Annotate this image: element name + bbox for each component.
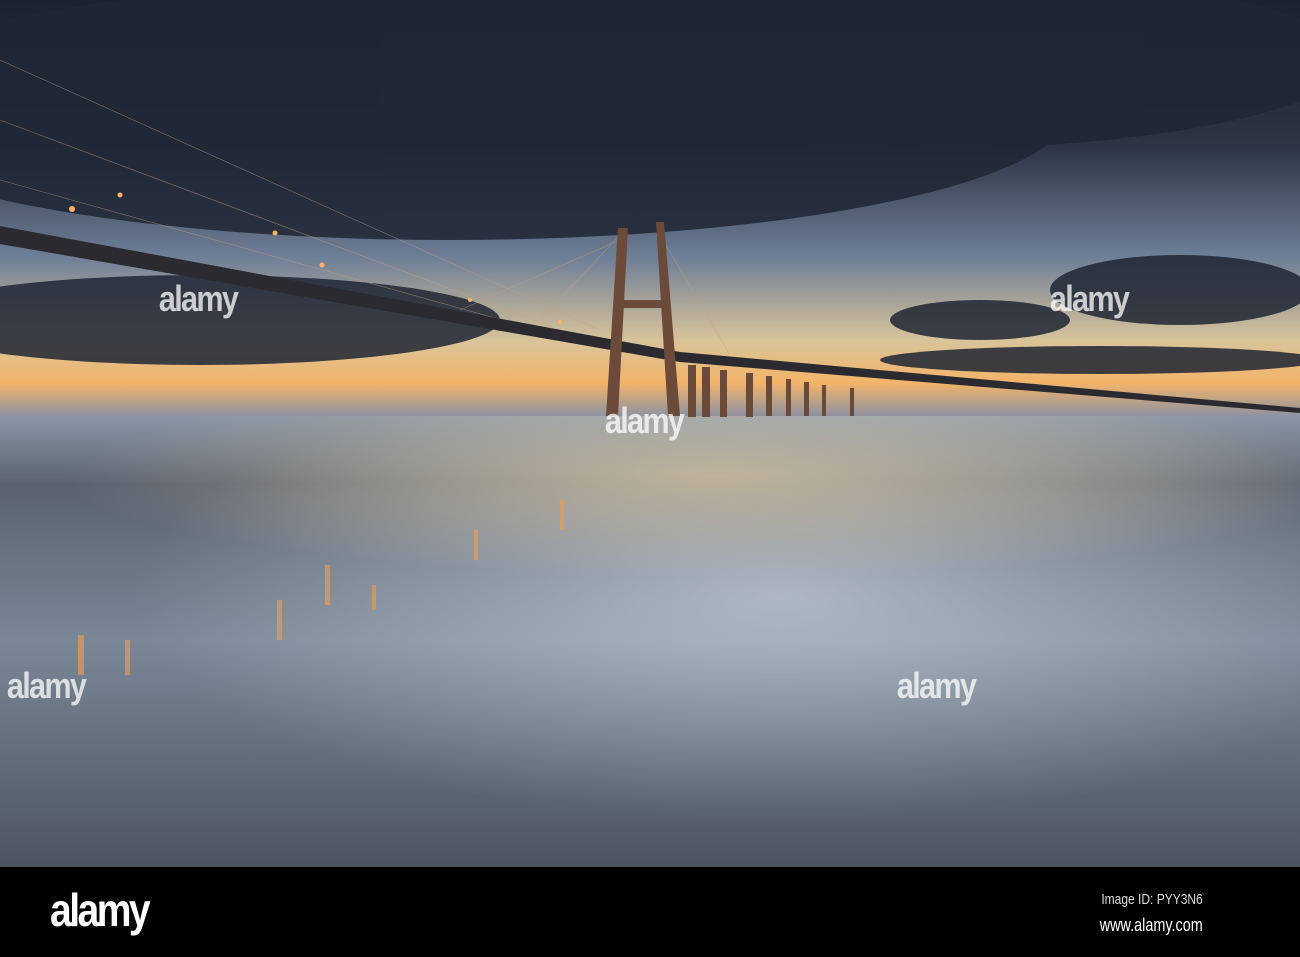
watermark: alamy <box>1049 278 1130 319</box>
watermark: alamy <box>6 665 87 706</box>
watermark: alamy <box>896 665 977 706</box>
image-id: Image ID: PYY3N6 <box>1101 891 1203 908</box>
alamy-logo: alamy <box>50 884 151 936</box>
footer-bar: alamy Image ID: PYY3N6 www.alamy.com <box>0 867 1300 957</box>
stock-photo: alamy alamy alamy alamy alamy alamy Imag… <box>0 0 1300 957</box>
watermark: alamy <box>604 400 685 441</box>
watermark: alamy <box>158 278 239 319</box>
website-url: www.alamy.com <box>1100 915 1203 935</box>
